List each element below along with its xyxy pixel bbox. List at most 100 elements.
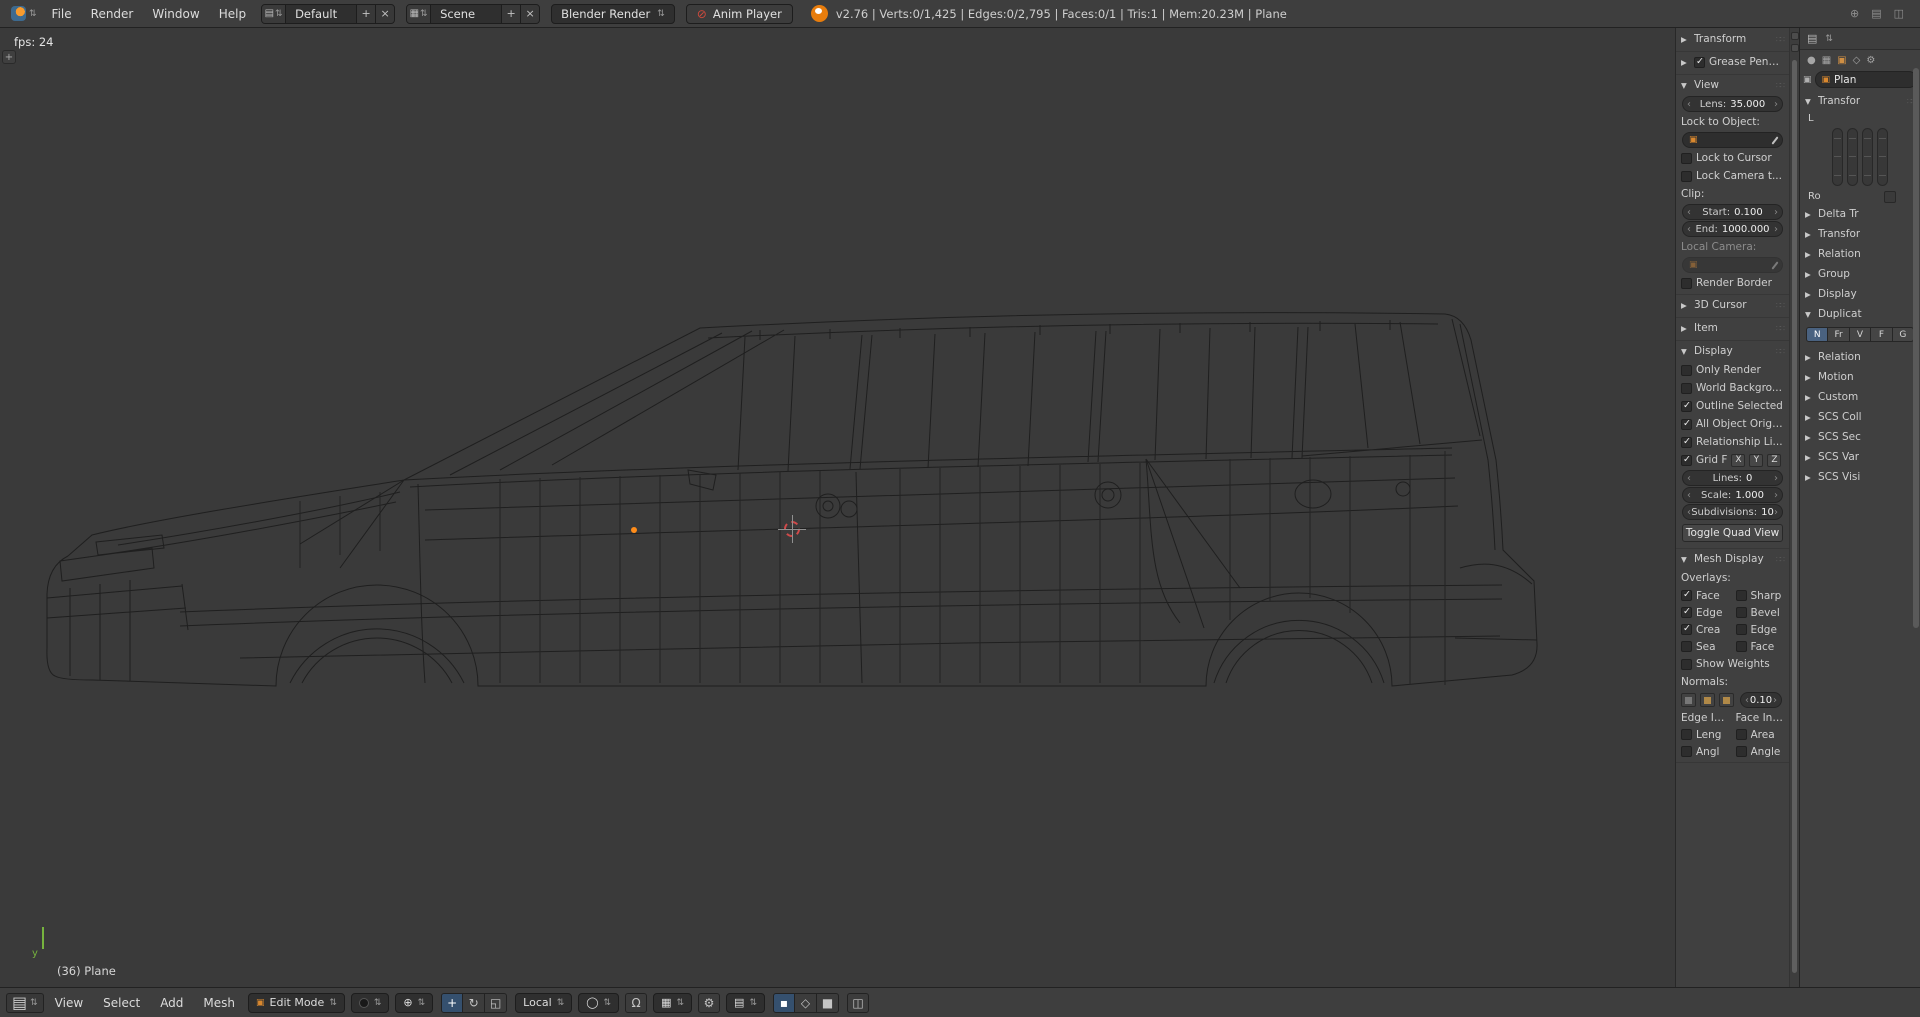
all-object-origins-row[interactable]: All Object Origins [1676,415,1789,433]
face-normals-toggle[interactable] [1719,693,1734,707]
menu-mesh[interactable]: Mesh [194,988,244,1017]
clip-start-field[interactable]: Start:0.100 [1682,204,1783,220]
region-button-bottom[interactable] [1791,44,1799,52]
dupli-faces-button[interactable]: F [1871,327,1892,342]
grid-subdivisions-field[interactable]: Subdivisions:10 [1682,504,1783,520]
menu-window[interactable]: Window [143,0,208,27]
panel-header-groups[interactable]: ▶ Group [1800,264,1920,284]
dupli-verts-button[interactable]: V [1850,327,1871,342]
n-panel-scrollbar[interactable] [1792,60,1797,973]
eyedropper-icon[interactable] [1771,136,1778,144]
panel-header-mesh-display[interactable]: ▼ Mesh Display ∷∷ [1676,549,1789,569]
panel-header-display[interactable]: ▼ Display ∷∷ [1676,341,1789,361]
panel-grip-icon[interactable]: ∷∷ [1776,555,1784,564]
scene-delete-button[interactable]: × [520,5,539,23]
panel-header-transform-props[interactable]: ▼ Transfor ∷∷ [1800,91,1920,111]
panel-header-transform-locks[interactable]: ▶ Transfor [1800,224,1920,244]
overlay-sharp-checkbox[interactable] [1736,590,1747,601]
tab-object-icon[interactable]: ▣ [1837,55,1846,66]
grid-x-button[interactable]: X [1731,454,1745,467]
menu-file[interactable]: File [43,0,81,27]
dupli-frames-button[interactable]: Fr [1828,327,1849,342]
snap-toggle-button[interactable]: Ω [625,993,647,1013]
dupli-group-button[interactable]: G [1893,327,1914,342]
panel-header-scs-3[interactable]: ▶ SCS Var [1800,447,1920,467]
local-camera-field[interactable]: ▣ [1682,257,1783,273]
grid-lines-field[interactable]: Lines:0 [1682,470,1783,486]
translate-manipulator-button[interactable]: + [441,993,463,1013]
grid-y-button[interactable]: Y [1749,454,1763,467]
panel-grip-icon[interactable]: ∷∷ [1776,347,1784,356]
tab-scene-icon[interactable]: ▦ [1822,55,1831,66]
rotation-mode-button[interactable] [1884,191,1896,203]
lens-field[interactable]: Lens:35.000 [1682,96,1783,112]
cursor-3d[interactable] [784,521,800,537]
face-area-checkbox[interactable] [1736,729,1747,740]
lock-to-cursor-checkbox[interactable] [1681,153,1692,164]
mode-selector[interactable]: ▣ Edit Mode ⇅ [248,993,345,1013]
lock-object-field[interactable]: ▣ [1682,132,1783,148]
panel-header-delta-transform[interactable]: ▶ Delta Tr [1800,204,1920,224]
dupli-none-button[interactable]: N [1806,327,1828,342]
opengl-render-button[interactable]: ⚙ [698,993,720,1013]
viewport-shading-selector[interactable]: ⇅ [351,993,390,1013]
menu-select[interactable]: Select [94,988,149,1017]
pivot-point-selector[interactable]: ⊕ ⇅ [395,993,433,1013]
proportional-edit-selector[interactable]: ◯ ⇅ [578,993,619,1013]
scene-add-button[interactable]: + [501,5,520,23]
only-render-checkbox[interactable] [1681,365,1692,376]
only-render-row[interactable]: Only Render [1676,361,1789,379]
panel-header-scs-collision[interactable]: ▶ SCS Coll [1800,407,1920,427]
overlay-edge-marks-checkbox[interactable] [1736,624,1747,635]
tab-render-icon[interactable]: ● [1807,55,1816,66]
panel-header-grease-pencil[interactable]: ▶ Grease Penc... [1676,52,1789,72]
loose-edge-normals-toggle[interactable] [1700,693,1715,707]
snap-element-selector[interactable]: ▦ ⇅ [653,993,692,1013]
render-engine-selector[interactable]: Blender Render ⇅ [551,4,675,24]
panel-header-transform[interactable]: ▶ Transform ∷∷ [1676,29,1789,49]
panel-header-display-props[interactable]: ▶ Display [1800,284,1920,304]
grease-pencil-checkbox[interactable] [1694,57,1705,68]
selected-vertex-marker[interactable] [631,527,637,533]
show-weights-checkbox[interactable] [1681,659,1692,670]
grid-floor-checkbox[interactable] [1681,455,1692,466]
opengl-anim-selector[interactable]: ▤ ⇅ [726,993,765,1013]
rotation-slider-column[interactable] [1847,128,1858,186]
render-border-checkbox[interactable] [1681,278,1692,289]
panel-grip-icon[interactable]: ∷∷ [1776,301,1784,310]
outline-selected-checkbox[interactable] [1681,401,1692,412]
overlay-bevel-checkbox[interactable] [1736,607,1747,618]
normals-size-field[interactable]: 0.10 [1740,692,1782,708]
edge-length-checkbox[interactable] [1681,729,1692,740]
overlay-creases-checkbox[interactable] [1681,624,1692,635]
scale-slider-column[interactable] [1862,128,1873,186]
panel-header-scs-2[interactable]: ▶ SCS Sec [1800,427,1920,447]
panel-grip-icon[interactable]: ∷∷ [1776,81,1784,90]
region-button-top[interactable] [1791,32,1799,40]
vertex-select-mode-button[interactable]: ▪ [773,993,795,1013]
outline-selected-row[interactable]: Outline Selected [1676,397,1789,415]
panel-header-duplication[interactable]: ▼ Duplicat [1800,304,1920,324]
scene-browse-icon[interactable]: ▦⇅ [407,5,431,23]
header-icon-2[interactable]: ▤ [1871,7,1881,20]
menu-view[interactable]: View [46,988,92,1017]
edge-select-mode-button[interactable]: ◇ [795,993,817,1013]
lock-column[interactable] [1877,128,1888,186]
edge-angle-checkbox[interactable] [1681,746,1692,757]
relationship-lines-checkbox[interactable] [1681,437,1692,448]
overlay-face-marks-checkbox[interactable] [1736,641,1747,652]
anim-player-button[interactable]: ⊘ Anim Player [686,4,793,24]
eyedropper-icon[interactable] [1771,261,1778,269]
render-border-row[interactable]: Render Border [1676,274,1789,292]
face-select-mode-button[interactable]: ■ [817,993,839,1013]
panel-header-scs-4[interactable]: ▶ SCS Visi [1800,467,1920,487]
menu-help[interactable]: Help [210,0,255,27]
tab-modifiers-icon[interactable]: ⚙ [1866,55,1875,66]
all-object-origins-checkbox[interactable] [1681,419,1692,430]
toggle-quad-view-button[interactable]: Toggle Quad View [1682,524,1783,542]
properties-scrollbar[interactable] [1913,68,1919,628]
header-icon-1[interactable]: ⊕ [1850,7,1859,20]
scale-manipulator-button[interactable]: ◱ [485,993,507,1013]
panel-grip-icon[interactable]: ∷∷ [1776,324,1784,333]
clip-end-field[interactable]: End:1000.000 [1682,221,1783,237]
